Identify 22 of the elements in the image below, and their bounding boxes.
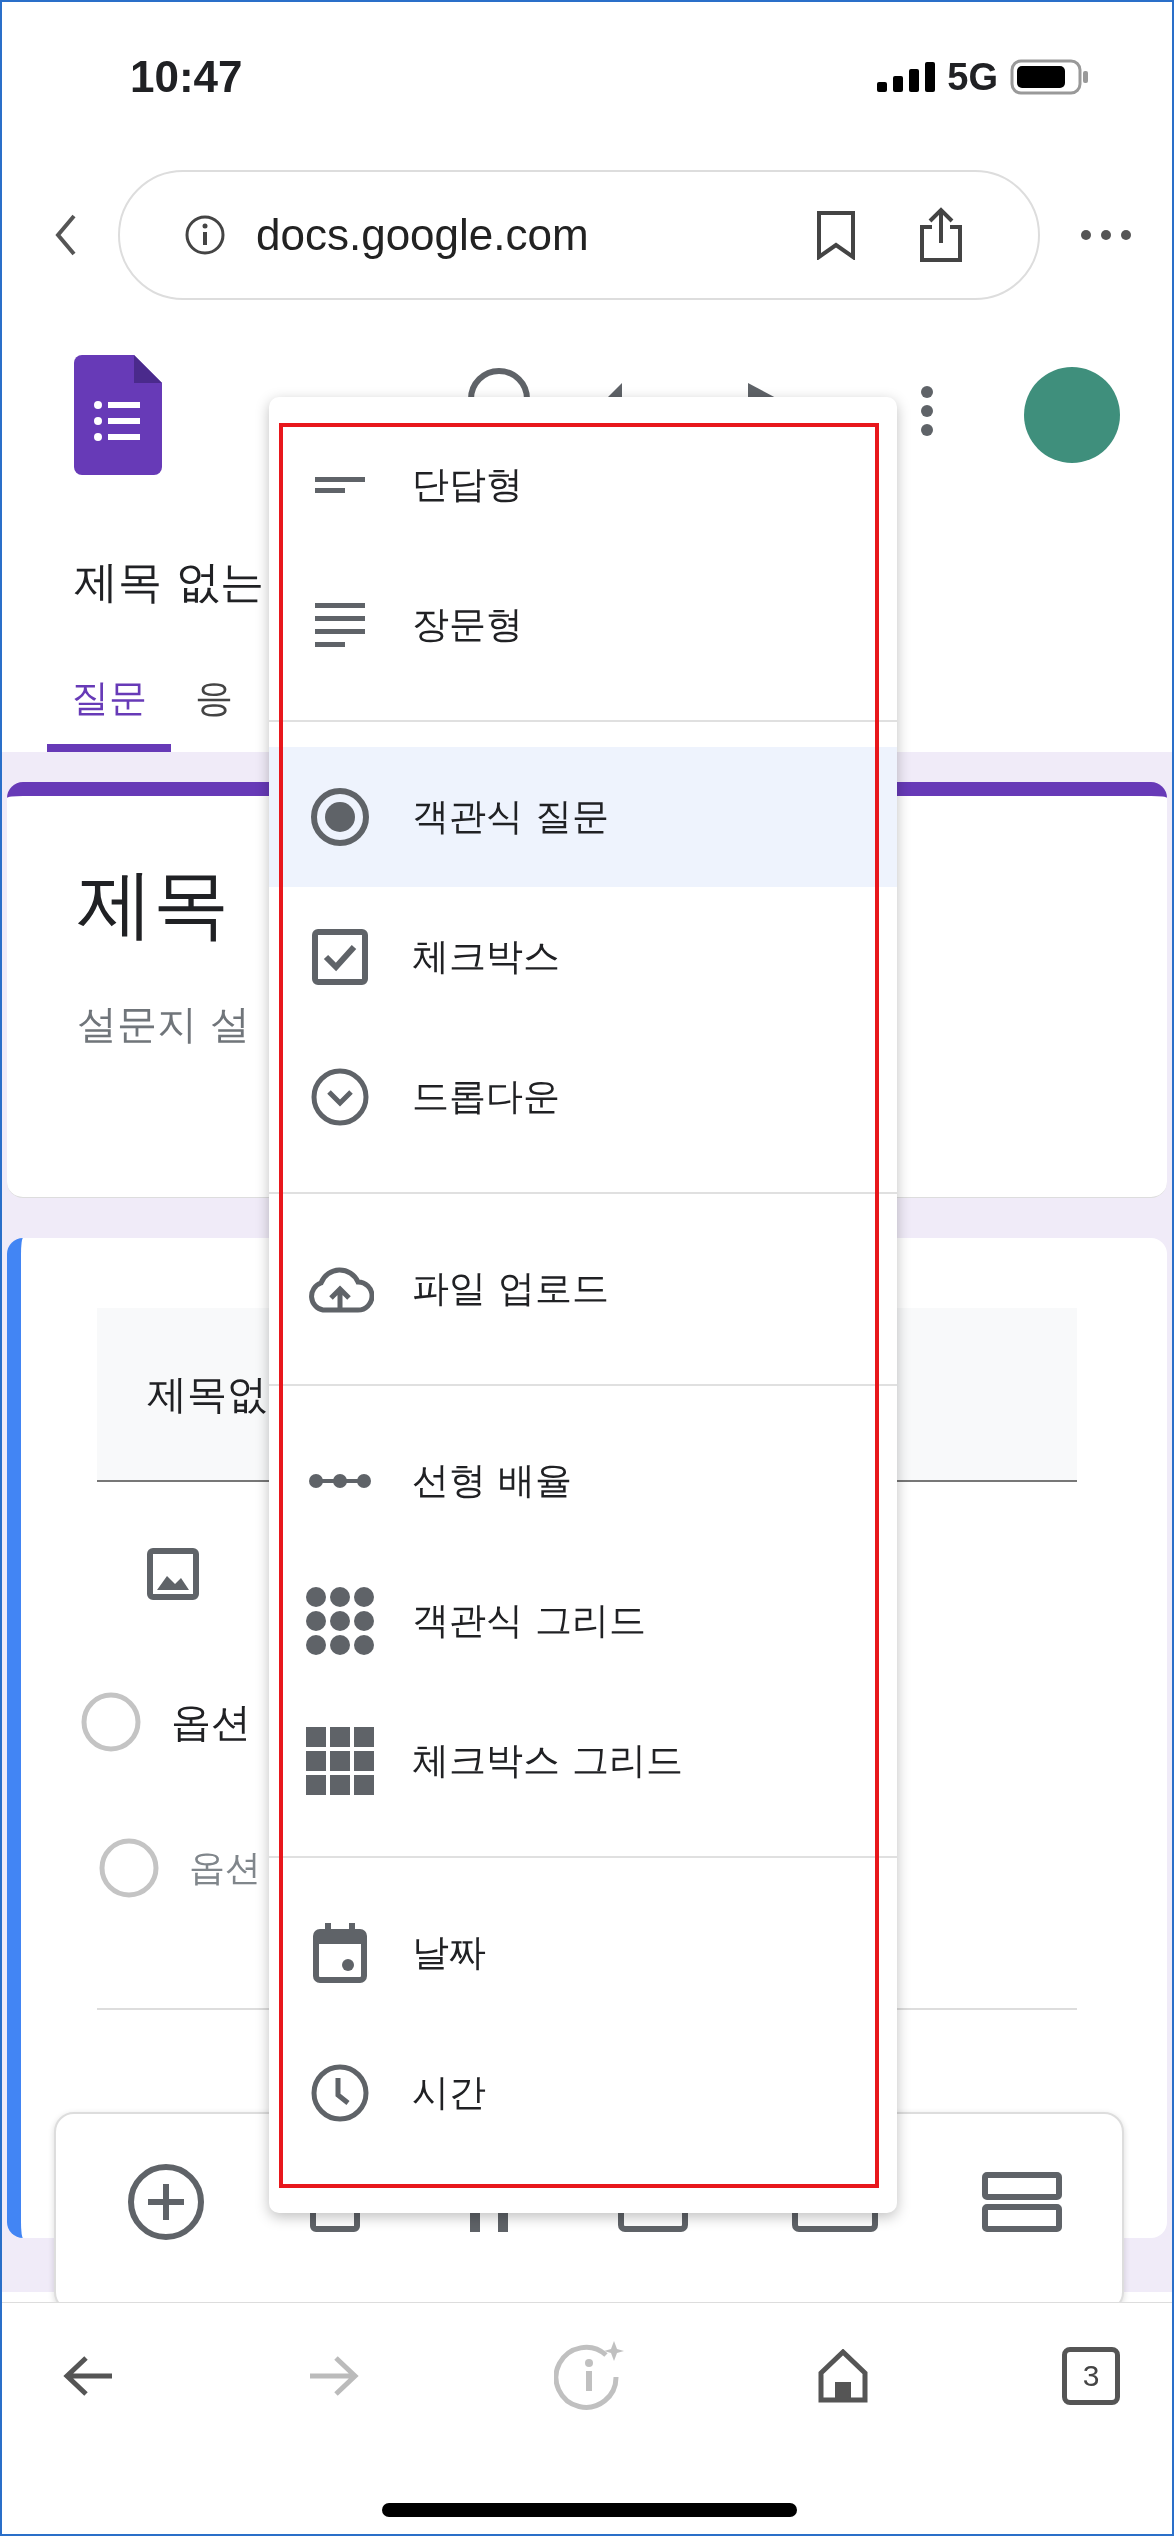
menu-item[interactable]: 체크박스 bbox=[269, 887, 897, 1027]
header-title: 제목 bbox=[77, 866, 230, 942]
add-option-text: 옵션 bbox=[189, 1845, 261, 1890]
menu-item[interactable]: 체크박스 그리드 bbox=[269, 1691, 897, 1831]
description-text: 설문지 설 bbox=[77, 1000, 251, 1049]
form-title: 제목 없는 bbox=[74, 554, 264, 609]
network-label: 5G bbox=[947, 55, 998, 99]
clock-time: 10:47 bbox=[130, 52, 243, 102]
menu-item[interactable]: 장문형 bbox=[269, 555, 897, 695]
menu-item[interactable]: 드롭다운 bbox=[269, 1027, 897, 1167]
menu-item[interactable]: 날짜 bbox=[269, 1883, 897, 2023]
address-bar[interactable]: docs.google.com bbox=[118, 169, 1040, 300]
menu-item[interactable]: 객관식 그리드 bbox=[269, 1551, 897, 1691]
menu-item[interactable]: 객관식 질문 bbox=[269, 747, 897, 887]
menu-item[interactable]: 선형 배율 bbox=[269, 1411, 897, 1551]
option-text: 옵션 bbox=[171, 1697, 251, 1747]
tab-count-button[interactable]: 3 bbox=[1062, 2347, 1120, 2405]
menu-item[interactable]: 단답형 bbox=[269, 415, 897, 555]
menu-item[interactable]: 파일 업로드 bbox=[269, 1219, 897, 1359]
url-text: docs.google.com bbox=[256, 209, 590, 260]
menu-item[interactable]: 시간 bbox=[269, 2023, 897, 2163]
tab[interactable]: 응 bbox=[171, 652, 257, 752]
